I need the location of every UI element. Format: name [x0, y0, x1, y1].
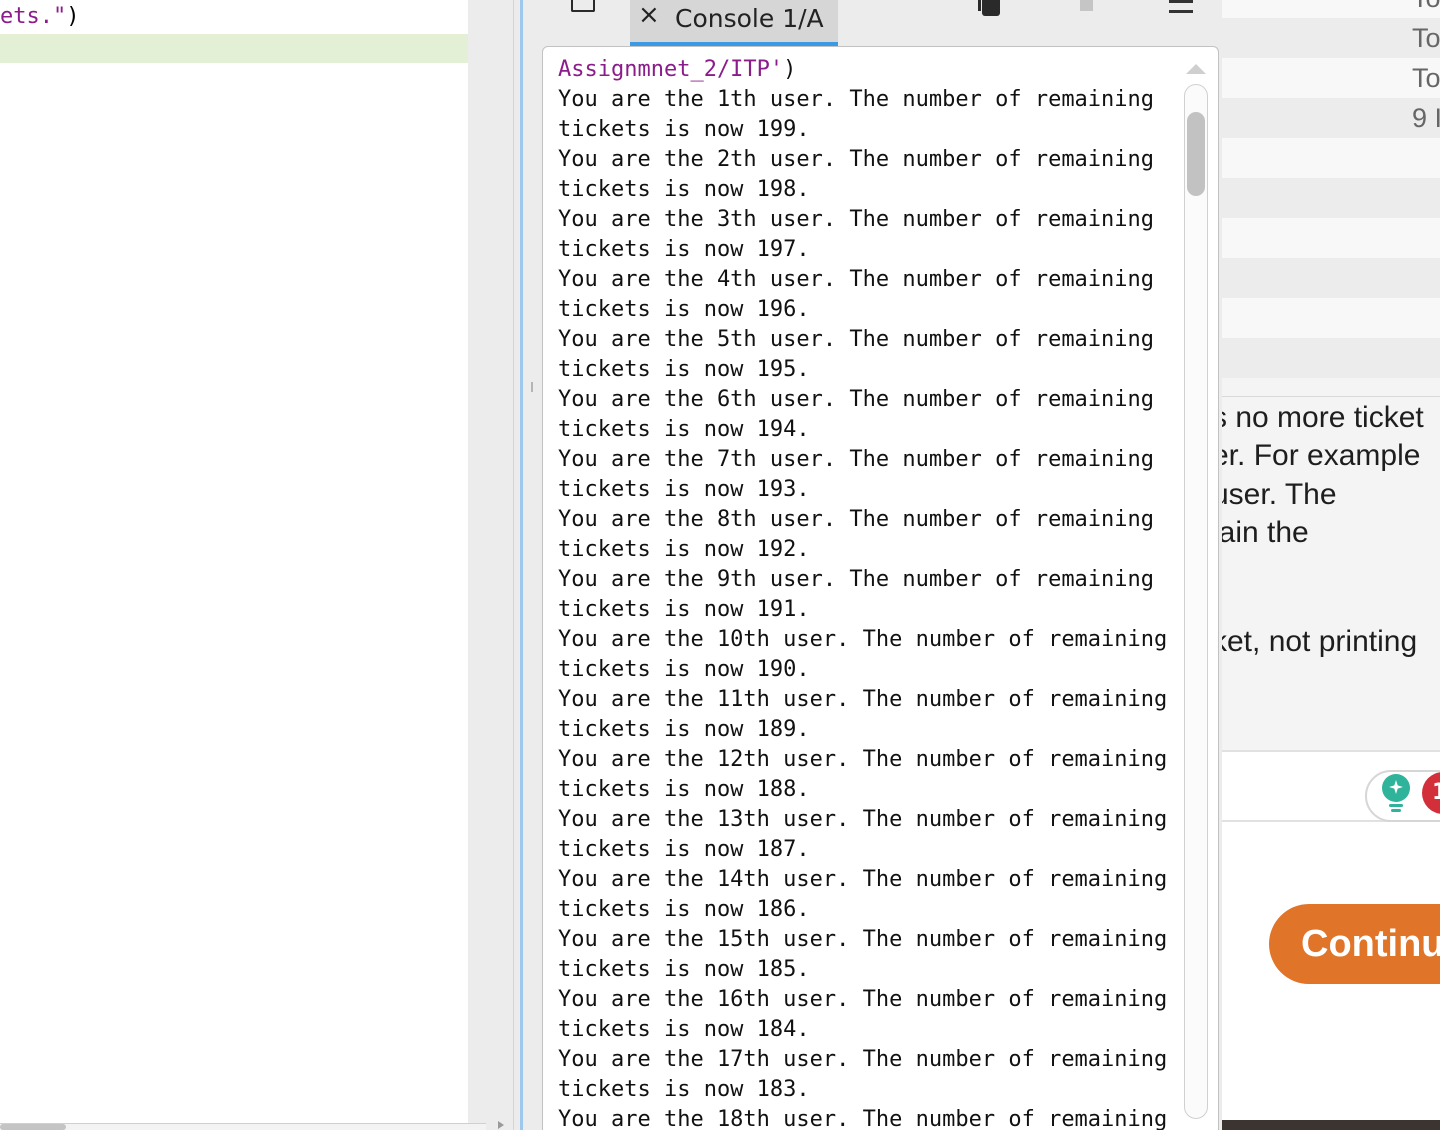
console-output-line: tickets is now 199. — [558, 117, 810, 142]
assignment-browser-pane: To To To 9 I s no more ticket er. For ex… — [1222, 0, 1440, 1130]
console-path-text: Assignmnet_2/ITP' — [558, 57, 784, 82]
continue-button[interactable]: Continue — [1269, 904, 1440, 984]
console-output-line: tickets is now 191. — [558, 597, 810, 622]
console-output-line: You are the 1th user. The number of rema… — [558, 87, 1155, 112]
console-output-line: You are the 9th user. The number of rema… — [558, 567, 1155, 592]
console-output-line: tickets is now 195. — [558, 357, 810, 382]
console-output-line: You are the 8th user. The number of rema… — [558, 507, 1155, 532]
hamburger-menu-icon[interactable] — [1169, 0, 1193, 14]
console-output-line: You are the 6th user. The number of rema… — [558, 387, 1155, 412]
prose-line: er. For example — [1222, 439, 1421, 472]
study-toolbar: 1 — [1222, 750, 1440, 822]
table-row: To — [1222, 0, 1440, 18]
table-row — [1222, 178, 1440, 218]
console-output-line: You are the 11th user. The number of rem… — [558, 687, 1168, 712]
console-output[interactable]: Assignmnet_2/ITP') You are the 1th user. … — [542, 46, 1219, 1130]
table-row — [1222, 338, 1440, 378]
console-output-line: tickets is now 190. — [558, 657, 810, 682]
lightbulb-icon[interactable] — [1380, 774, 1412, 814]
table-row: To — [1222, 18, 1440, 58]
console-path-line: Assignmnet_2/ITP') — [558, 55, 1178, 85]
prose-line: ket, not printing — [1222, 625, 1418, 658]
console-output-line: You are the 12th user. The number of rem… — [558, 747, 1168, 772]
console-output-line: You are the 17th user. The number of rem… — [558, 1047, 1168, 1072]
console-output-line: You are the 5th user. The number of rema… — [558, 327, 1155, 352]
console-output-line: tickets is now 186. — [558, 897, 810, 922]
prose-line: s no more ticket — [1222, 401, 1424, 434]
console-path-close: ) — [783, 57, 797, 82]
console-output-line: tickets is now 189. — [558, 717, 810, 742]
console-tab-bar — [523, 0, 1222, 46]
table-row: 9 I — [1222, 98, 1440, 138]
code-editor[interactable]: ets.") — [0, 0, 468, 1130]
console-output-line: tickets is now 198. — [558, 177, 810, 202]
console-output-line: tickets is now 188. — [558, 777, 810, 802]
console-output-line: You are the 7th user. The number of rema… — [558, 447, 1155, 472]
console-output-line: You are the 10th user. The number of rem… — [558, 627, 1168, 652]
stop-icon[interactable] — [1080, 0, 1093, 11]
console-output-line: You are the 18th user. The number of rem… — [558, 1107, 1168, 1130]
console-output-line: tickets is now 193. — [558, 477, 810, 502]
console-scroll-thumb[interactable] — [1187, 112, 1205, 196]
table-cell: 9 I — [1412, 103, 1440, 133]
table-cell: To — [1412, 0, 1440, 14]
prose-line: lain the — [1222, 516, 1309, 549]
close-icon[interactable]: × — [638, 0, 660, 30]
console-output-line: You are the 16th user. The number of rem… — [558, 987, 1168, 1012]
scroll-up-arrow-icon[interactable] — [1186, 64, 1206, 74]
console-output-line: tickets is now 196. — [558, 297, 810, 322]
table-row: To — [1222, 58, 1440, 98]
bottom-image-strip — [1222, 1120, 1440, 1130]
editor-side-gutter — [468, 0, 514, 1130]
console-output-line: tickets is now 183. — [558, 1077, 810, 1102]
editor-scroll-thumb[interactable] — [0, 1124, 66, 1130]
console-text: Assignmnet_2/ITP') You are the 1th user. … — [558, 55, 1178, 1130]
table-row — [1222, 258, 1440, 298]
code-close-paren: ) — [66, 4, 80, 29]
console-output-line: tickets is now 192. — [558, 537, 810, 562]
console-output-line: tickets is now 197. — [558, 237, 810, 262]
console-output-line: tickets is now 185. — [558, 957, 810, 982]
prose-line: user. The — [1222, 478, 1337, 511]
console-output-line: tickets is now 184. — [558, 1017, 810, 1042]
table-cell: To — [1412, 23, 1440, 53]
assignment-instructions: s no more ticket er. For example user. T… — [1222, 396, 1440, 751]
tab-console[interactable]: × Console 1/A — [630, 0, 838, 46]
copy-icon[interactable] — [978, 0, 1000, 16]
console-output-line: You are the 14th user. The number of rem… — [558, 867, 1168, 892]
window-icon[interactable] — [571, 0, 595, 12]
console-output-line: tickets is now 194. — [558, 417, 810, 442]
editor-code-line: ets.") — [0, 0, 468, 34]
console-output-line: You are the 15th user. The number of rem… — [558, 927, 1168, 952]
console-output-line: You are the 2th user. The number of rema… — [558, 147, 1155, 172]
table-row — [1222, 138, 1440, 178]
pane-splitter-handle[interactable] — [531, 382, 533, 392]
console-output-line: You are the 3th user. The number of rema… — [558, 207, 1155, 232]
console-output-line: tickets is now 187. — [558, 837, 810, 862]
editor-horizontal-scrollbar[interactable] — [0, 1123, 486, 1130]
tab-console-label: Console 1/A — [675, 4, 824, 33]
current-line-highlight — [0, 34, 468, 63]
table-row — [1222, 218, 1440, 258]
console-output-line: You are the 4th user. The number of rema… — [558, 267, 1155, 292]
pane-focus-accent — [520, 0, 523, 1130]
table-row — [1222, 298, 1440, 338]
console-output-line: You are the 13th user. The number of rem… — [558, 807, 1168, 832]
console-vertical-scrollbar[interactable] — [1184, 84, 1208, 1119]
code-string-fragment: ets." — [0, 4, 67, 29]
scroll-right-arrow-icon[interactable] — [498, 1121, 504, 1129]
table-cell: To — [1412, 63, 1440, 93]
